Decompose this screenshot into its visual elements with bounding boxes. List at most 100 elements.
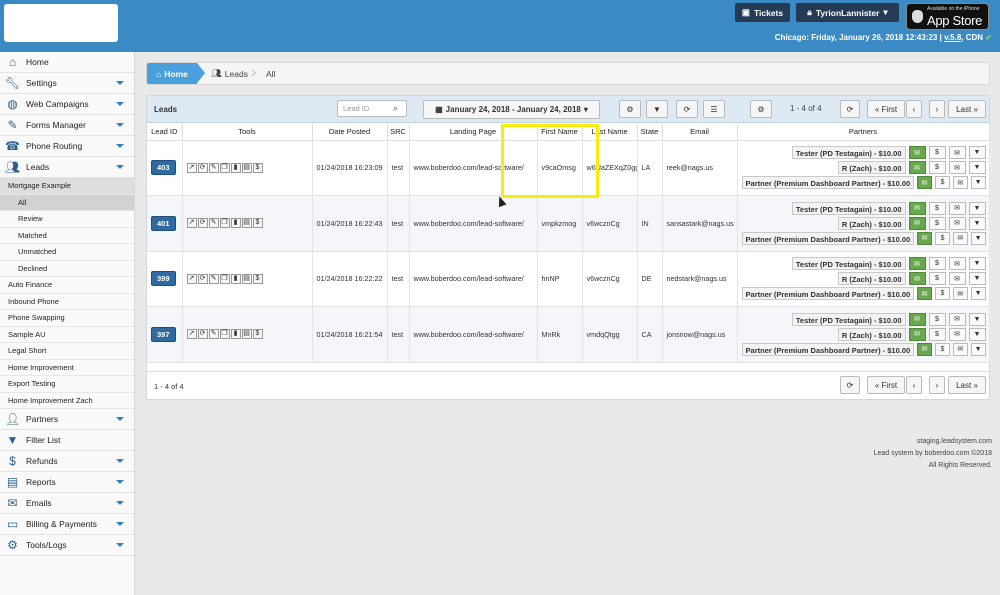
email-send-icon[interactable]: ✉ <box>917 342 933 356</box>
sidebar-item-forms-manager[interactable]: ✎ Forms Manager <box>0 115 134 136</box>
last-page-button[interactable]: Last » <box>948 100 986 118</box>
lead-id-badge[interactable]: 401 <box>151 215 176 231</box>
sidebar-item-web-campaigns[interactable]: ◍ Web Campaigns <box>0 94 134 115</box>
envelope-icon[interactable]: ✉ <box>948 216 966 230</box>
email-send-icon[interactable]: ✉ <box>908 327 926 341</box>
money-icon[interactable]: $ <box>252 329 263 340</box>
sidebar-subitem-home-improvement[interactable]: Home Improvement <box>0 360 134 376</box>
edit-icon[interactable]: ✎ <box>208 162 219 173</box>
lead-id-badge[interactable]: 399 <box>151 271 176 287</box>
sidebar-subitem-phone-swapping[interactable]: Phone Swapping <box>0 310 134 327</box>
sidebar-item-emails[interactable]: ✉ Emails <box>0 493 134 514</box>
document-icon[interactable]: ▤ <box>241 162 252 173</box>
prev-page-button[interactable]: ‹ <box>906 100 922 118</box>
filter-icon[interactable]: ▼ <box>968 312 986 326</box>
copy-icon[interactable]: ❐ <box>219 329 230 340</box>
sidebar-subitem-home-improvement-zach[interactable]: Home Improvement Zach <box>0 393 134 409</box>
envelope-icon[interactable]: ✉ <box>948 272 966 286</box>
footer-last-page-button[interactable]: Last » <box>948 376 986 394</box>
sidebar-item-refunds[interactable]: $ Refunds <box>0 451 134 472</box>
partner-label[interactable]: Tester (PD Testagain) - $10.00 <box>791 146 906 160</box>
footer-reload-button[interactable]: ⟳ <box>840 376 860 394</box>
document-icon[interactable]: ▤ <box>241 273 252 284</box>
dollar-icon[interactable]: $ <box>928 201 946 215</box>
app-store-badge[interactable]: Available on the iPhone App Store <box>906 3 989 30</box>
sidebar-subitem-legal-short[interactable]: Legal Short <box>0 343 134 360</box>
sidebar-subitem-sample-au[interactable]: Sample AU <box>0 327 134 343</box>
email-send-icon[interactable]: ✉ <box>908 312 926 326</box>
filter-icon[interactable]: ▼ <box>970 287 986 301</box>
dollar-icon[interactable]: $ <box>935 231 950 245</box>
footer-first-page-button[interactable]: « First <box>867 376 905 394</box>
dollar-icon[interactable]: $ <box>928 272 946 286</box>
columns-settings-button[interactable]: ⚙ <box>750 100 772 118</box>
filter-button[interactable]: ▼ <box>646 100 668 118</box>
sidebar-subitem-all[interactable]: All <box>0 194 134 211</box>
search-icon[interactable]: ⌕ <box>393 103 398 114</box>
footer-prev-page-button[interactable]: ‹ <box>906 376 922 394</box>
copy-icon[interactable]: ❐ <box>219 273 230 284</box>
footer-domain[interactable]: staging.leadsystem.com <box>874 436 992 448</box>
email-send-icon[interactable]: ✉ <box>908 272 926 286</box>
refresh-icon[interactable]: ⟳ <box>197 162 208 173</box>
filter-icon[interactable]: ▼ <box>970 342 986 356</box>
money-icon[interactable]: $ <box>252 162 263 173</box>
share-icon[interactable]: ↗ <box>186 273 197 284</box>
partner-label[interactable]: Partner (Premium Dashboard Partner) - $1… <box>741 231 915 245</box>
filter-icon[interactable]: ▼ <box>968 272 986 286</box>
money-icon[interactable]: $ <box>252 273 263 284</box>
sidebar-item-phone-routing[interactable]: ☎ Phone Routing <box>0 136 134 157</box>
column-header-partners[interactable]: Partners <box>737 124 990 141</box>
tickets-button[interactable]: ▣ Tickets <box>735 3 790 22</box>
document-icon[interactable]: ▤ <box>241 329 252 340</box>
partner-label[interactable]: Tester (PD Testagain) - $10.00 <box>791 201 906 215</box>
filter-icon[interactable]: ▼ <box>968 257 986 271</box>
envelope-icon[interactable]: ✉ <box>952 287 968 301</box>
share-icon[interactable]: ↗ <box>186 162 197 173</box>
partner-label[interactable]: Partner (Premium Dashboard Partner) - $1… <box>741 287 915 301</box>
caret-down-icon[interactable] <box>116 417 124 421</box>
user-menu-button[interactable]: 🔒︎ TyrionLannister ▾ <box>796 3 899 22</box>
sidebar-subitem-mortgage-example[interactable]: Mortgage Example <box>0 178 134 195</box>
caret-down-icon[interactable] <box>116 81 124 85</box>
dollar-icon[interactable]: $ <box>935 342 950 356</box>
breadcrumb-leads[interactable]: 👥︎ Leads <box>211 63 248 84</box>
share-icon[interactable]: ↗ <box>186 218 197 229</box>
edit-icon[interactable]: ✎ <box>208 218 219 229</box>
caret-down-icon[interactable] <box>116 102 124 106</box>
list-view-button[interactable]: ☰ <box>703 100 725 118</box>
sidebar-item-settings[interactable]: 🔧︎ Settings <box>0 73 134 94</box>
caret-down-icon[interactable] <box>116 165 124 169</box>
sidebar-subitem-declined[interactable]: Declined <box>0 261 134 277</box>
edit-icon[interactable]: ✎ <box>208 273 219 284</box>
filter-icon[interactable]: ▼ <box>968 161 986 175</box>
email-send-icon[interactable]: ✉ <box>917 176 933 190</box>
partner-label[interactable]: R (Zach) - $10.00 <box>837 216 906 230</box>
email-send-icon[interactable]: ✉ <box>908 257 926 271</box>
reload-button[interactable]: ⟳ <box>840 100 860 118</box>
envelope-icon[interactable]: ✉ <box>952 176 968 190</box>
envelope-icon[interactable]: ✉ <box>948 201 966 215</box>
trash-icon[interactable]: ▮ <box>230 329 241 340</box>
dollar-icon[interactable]: $ <box>928 312 946 326</box>
column-header-src[interactable]: SRC <box>387 124 410 141</box>
trash-icon[interactable]: ▮ <box>230 162 241 173</box>
breadcrumb-home[interactable]: ⌂ Home <box>147 63 205 84</box>
envelope-icon[interactable]: ✉ <box>948 312 966 326</box>
filter-icon[interactable]: ▼ <box>968 327 986 341</box>
first-page-button[interactable]: « First <box>867 100 905 118</box>
partner-label[interactable]: Partner (Premium Dashboard Partner) - $1… <box>741 176 915 190</box>
sidebar-item-tools-logs[interactable]: ⚙ Tools/Logs <box>0 535 134 556</box>
copy-icon[interactable]: ❐ <box>219 162 230 173</box>
email-send-icon[interactable]: ✉ <box>908 161 926 175</box>
envelope-icon[interactable]: ✉ <box>948 327 966 341</box>
dollar-icon[interactable]: $ <box>928 216 946 230</box>
caret-down-icon[interactable] <box>116 480 124 484</box>
filter-icon[interactable]: ▼ <box>968 146 986 160</box>
dollar-icon[interactable]: $ <box>928 257 946 271</box>
caret-down-icon[interactable] <box>116 144 124 148</box>
refresh-icon[interactable]: ⟳ <box>197 329 208 340</box>
partner-label[interactable]: R (Zach) - $10.00 <box>837 272 906 286</box>
sidebar-item-partners[interactable]: 👤︎ Partners <box>0 409 134 430</box>
lead-id-badge[interactable]: 403 <box>151 160 176 176</box>
